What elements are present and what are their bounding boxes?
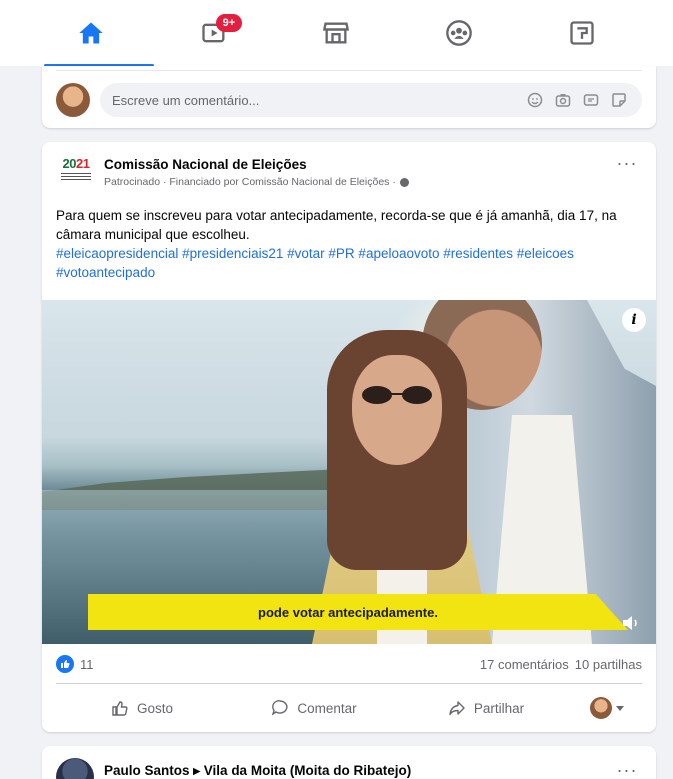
like-reaction-icon[interactable] (56, 655, 74, 673)
reaction-profile-selector[interactable] (572, 690, 642, 726)
home-icon (79, 22, 103, 44)
post-header: 2021 Comissão Nacional de Eleições Patro… (56, 154, 642, 196)
post-header-text: Comissão Nacional de Eleições Patrocinad… (104, 156, 612, 188)
logo-year-part2: 21 (76, 156, 90, 171)
next-post-header: Paulo Santos ▸ Vila da Moita (Moita do R… (56, 758, 642, 779)
comments-count[interactable]: 17 comentários (480, 657, 569, 672)
logo-year: 2021 (63, 156, 90, 171)
post-message: Para quem se inscreveu para votar anteci… (56, 208, 617, 242)
sponsored-text: Patrocinado · Financiado por Comissão Na… (104, 176, 396, 188)
sticker-icon[interactable] (608, 89, 630, 111)
globe-icon (399, 177, 409, 187)
page-name[interactable]: Comissão Nacional de Eleições (104, 156, 612, 174)
comment-placeholder[interactable]: Escreve um comentário... (112, 93, 518, 108)
volume-icon[interactable] (620, 612, 642, 634)
more-options-button[interactable]: ··· (612, 758, 642, 779)
logo-year-part1: 20 (62, 156, 77, 171)
post-stats: 11 17 comentários 10 partilhas (56, 652, 642, 676)
camera-icon[interactable] (552, 89, 574, 111)
groups-icon (446, 20, 472, 46)
emoji-icon[interactable] (524, 89, 546, 111)
tab-home[interactable] (61, 8, 121, 58)
tab-gaming[interactable] (552, 8, 612, 58)
share-label: Partilhar (473, 700, 525, 716)
avatar[interactable] (56, 758, 94, 779)
next-post-author[interactable]: Paulo Santos ▸ Vila da Moita (Moita do R… (104, 758, 612, 779)
avatar (590, 697, 612, 719)
chevron-down-icon (616, 705, 624, 711)
like-label: Gosto (136, 700, 174, 716)
comment-button[interactable]: Comentar (228, 690, 400, 726)
ad-info-button[interactable]: i (622, 308, 646, 332)
share-button[interactable]: Partilhar (400, 690, 572, 726)
tab-groups[interactable] (429, 8, 489, 58)
previous-post-footer: Escreve um comentário... (42, 66, 656, 128)
video-woman-face (352, 355, 442, 465)
divider (56, 70, 642, 71)
video-woman-glasses (362, 386, 432, 404)
sponsored-label: Patrocinado · Financiado por Comissão Na… (104, 176, 612, 188)
comment-icon (272, 700, 288, 716)
store-icon (323, 22, 350, 44)
gif-icon[interactable] (580, 89, 602, 111)
post-body: Para quem se inscreveu para votar anteci… (56, 206, 642, 282)
logo-stripes (61, 173, 91, 181)
thumbs-up-icon (112, 701, 128, 716)
avatar[interactable] (56, 83, 90, 117)
post-actions: Gosto Comentar Partilhar (56, 688, 642, 728)
next-post: Paulo Santos ▸ Vila da Moita (Moita do R… (42, 746, 656, 779)
comment-input[interactable]: Escreve um comentário... (100, 83, 642, 117)
share-icon (449, 701, 465, 716)
shares-count[interactable]: 10 partilhas (575, 657, 642, 672)
comment-composer: Escreve um comentário... (56, 82, 642, 118)
tab-marketplace[interactable] (306, 8, 366, 58)
sponsored-post: 2021 Comissão Nacional de Eleições Patro… (42, 142, 656, 732)
like-button[interactable]: Gosto (56, 690, 228, 726)
video-player[interactable]: i pode votar antecipadamente. (42, 300, 656, 644)
notification-badge: 9+ (215, 14, 242, 32)
page-logo[interactable]: 2021 (56, 156, 96, 194)
video-caption: pode votar antecipadamente. (258, 604, 438, 620)
post-hashtags[interactable]: #eleicaopresidencial #presidenciais21 #v… (56, 246, 574, 280)
tab-watch[interactable]: 9+ (184, 8, 244, 58)
top-navigation: 9+ (0, 0, 673, 67)
gaming-icon (570, 21, 594, 45)
more-options-button[interactable]: ··· (612, 154, 642, 182)
video-caption-banner: pode votar antecipadamente. (88, 594, 628, 630)
comment-label: Comentar (297, 700, 357, 716)
divider (56, 683, 642, 684)
reactions-count[interactable]: 11 (80, 657, 474, 672)
